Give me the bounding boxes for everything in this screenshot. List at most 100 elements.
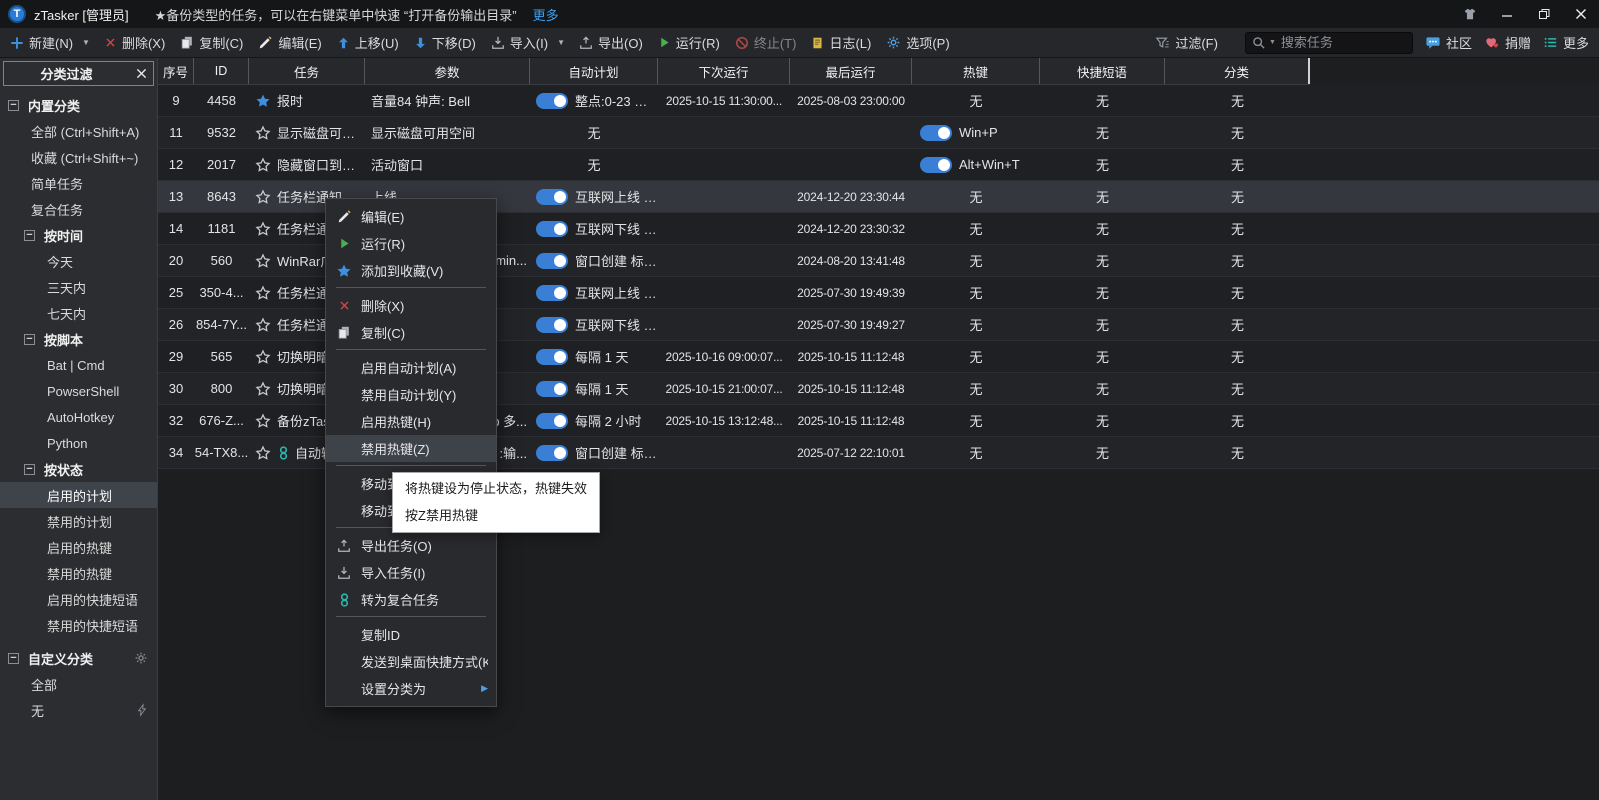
- plan-toggle[interactable]: [536, 317, 568, 333]
- column-header-ID[interactable]: ID: [194, 58, 249, 84]
- collapse-icon[interactable]: −: [8, 100, 19, 111]
- sidebar-item-powershell[interactable]: PowserShell: [0, 378, 157, 404]
- sidebar-item-python[interactable]: Python: [0, 430, 157, 456]
- star-outline-icon[interactable]: [255, 285, 271, 301]
- search-input[interactable]: [1279, 34, 1406, 51]
- restore-button[interactable]: [1525, 0, 1562, 28]
- plan-toggle[interactable]: [536, 381, 568, 397]
- filter-button[interactable]: 过滤(F): [1155, 33, 1218, 52]
- delete-button[interactable]: 删除(X): [104, 33, 165, 52]
- edit-button[interactable]: 编辑(E): [258, 33, 321, 52]
- menu-disable-hotkey[interactable]: 禁用热键(Z): [326, 435, 496, 462]
- column-header-序号[interactable]: 序号: [158, 58, 194, 84]
- column-header-任务[interactable]: 任务: [249, 58, 365, 84]
- menu-disable-plan[interactable]: 禁用自动计划(Y): [326, 381, 496, 408]
- new-button[interactable]: 新建(N): [10, 33, 73, 52]
- star-outline-icon[interactable]: [255, 349, 271, 365]
- plan-toggle[interactable]: [536, 445, 568, 461]
- community-button[interactable]: 社区: [1425, 33, 1472, 52]
- sidebar-item-all-tasks[interactable]: 全部 (Ctrl+Shift+A): [0, 118, 157, 144]
- hotkey-toggle[interactable]: [920, 125, 952, 141]
- collapse-icon[interactable]: −: [8, 653, 19, 664]
- lightning-gray-icon[interactable]: [136, 703, 148, 718]
- column-header-下次运行[interactable]: 下次运行: [658, 58, 790, 84]
- sidebar-item-disabled-hotkeys[interactable]: 禁用的热键: [0, 560, 157, 586]
- star-outline-icon[interactable]: [255, 253, 271, 269]
- plan-toggle[interactable]: [536, 253, 568, 269]
- star-filled-icon[interactable]: [255, 93, 271, 109]
- sidebar-item-within-3-days[interactable]: 三天内: [0, 274, 157, 300]
- table-row[interactable]: 122017隐藏窗口到托盘活动窗口无Alt+Win+T无无: [158, 149, 1599, 181]
- sidebar-item-disabled-plans[interactable]: 禁用的计划: [0, 508, 157, 534]
- menu-import-task[interactable]: 导入任务(I): [326, 559, 496, 586]
- menu-copy[interactable]: 复制(C): [326, 319, 496, 346]
- theme-skin-icon[interactable]: [1451, 0, 1488, 28]
- sidebar-item-favorites[interactable]: 收藏 (Ctrl+Shift+~): [0, 144, 157, 170]
- sidebar-item-by-time[interactable]: −按时间: [0, 222, 157, 248]
- sidebar-item-by-script[interactable]: −按脚本: [0, 326, 157, 352]
- column-header-自动计划[interactable]: 自动计划: [530, 58, 658, 84]
- sidebar-item-disabled-phrases[interactable]: 禁用的快捷短语: [0, 612, 157, 638]
- sidebar-item-custom-categories[interactable]: −自定义分类: [0, 645, 157, 671]
- sidebar-item-composite-tasks[interactable]: 复合任务: [0, 196, 157, 222]
- sidebar-item-custom-all[interactable]: 全部: [0, 671, 157, 697]
- stop-button[interactable]: 终止(T): [735, 33, 797, 52]
- menu-export-task[interactable]: 导出任务(O): [326, 532, 496, 559]
- collapse-icon[interactable]: −: [24, 230, 35, 241]
- menu-edit[interactable]: 编辑(E): [326, 203, 496, 230]
- column-header-分类[interactable]: 分类: [1165, 58, 1310, 84]
- collapse-icon[interactable]: −: [24, 334, 35, 345]
- import-dropdown[interactable]: ▼: [557, 38, 565, 47]
- log-button[interactable]: 日志(L): [811, 33, 871, 52]
- star-outline-icon[interactable]: [255, 445, 271, 461]
- table-row[interactable]: 119532显示磁盘可用空...显示磁盘可用空间无Win+P无无: [158, 117, 1599, 149]
- menu-enable-hotkey[interactable]: 启用热键(H): [326, 408, 496, 435]
- copy-button[interactable]: 复制(C): [180, 33, 243, 52]
- plan-toggle[interactable]: [536, 413, 568, 429]
- new-dropdown[interactable]: ▼: [82, 38, 90, 47]
- star-outline-icon[interactable]: [255, 381, 271, 397]
- star-outline-icon[interactable]: [255, 221, 271, 237]
- sidebar-item-custom-none[interactable]: 无: [0, 697, 157, 723]
- column-header-参数[interactable]: 参数: [365, 58, 530, 84]
- import-button[interactable]: 导入(I): [491, 33, 548, 52]
- column-header-热键[interactable]: 热键: [912, 58, 1040, 84]
- menu-set-category[interactable]: 设置分类为▶: [326, 675, 496, 702]
- menu-to-composite[interactable]: 转为复合任务: [326, 586, 496, 613]
- sidebar-item-within-7-days[interactable]: 七天内: [0, 300, 157, 326]
- minimize-button[interactable]: [1488, 0, 1525, 28]
- table-row[interactable]: 94458报时音量84 钟声: Bell整点:0-23 半点:...2025-1…: [158, 85, 1599, 117]
- sidebar-item-bat-cmd[interactable]: Bat | Cmd: [0, 352, 157, 378]
- plan-toggle[interactable]: [536, 189, 568, 205]
- sidebar-close-icon[interactable]: [129, 68, 153, 79]
- star-outline-icon[interactable]: [255, 189, 271, 205]
- sidebar-item-today[interactable]: 今天: [0, 248, 157, 274]
- menu-enable-plan[interactable]: 启用自动计划(A): [326, 354, 496, 381]
- plan-toggle[interactable]: [536, 221, 568, 237]
- notice-more-link[interactable]: 更多: [533, 5, 559, 24]
- plan-toggle[interactable]: [536, 285, 568, 301]
- more-button[interactable]: 更多: [1543, 33, 1589, 52]
- hotkey-toggle[interactable]: [920, 157, 952, 173]
- sidebar-item-simple-tasks[interactable]: 简单任务: [0, 170, 157, 196]
- plan-toggle[interactable]: [536, 349, 568, 365]
- sidebar-item-autohotkey[interactable]: AutoHotkey: [0, 404, 157, 430]
- move-down-button[interactable]: 下移(D): [414, 33, 476, 52]
- options-button[interactable]: 选项(P): [886, 33, 949, 52]
- close-button[interactable]: [1562, 0, 1599, 28]
- export-button[interactable]: 导出(O): [579, 33, 643, 52]
- menu-delete[interactable]: 删除(X): [326, 292, 496, 319]
- search-scope-caret-icon[interactable]: ▼: [1269, 39, 1276, 46]
- column-header-快捷短语[interactable]: 快捷短语: [1040, 58, 1165, 84]
- search-box[interactable]: ▼: [1245, 32, 1413, 54]
- sidebar-item-enabled-plans[interactable]: 启用的计划: [0, 482, 157, 508]
- sidebar-item-by-status[interactable]: −按状态: [0, 456, 157, 482]
- column-header-最后运行[interactable]: 最后运行: [790, 58, 912, 84]
- star-outline-icon[interactable]: [255, 125, 271, 141]
- move-up-button[interactable]: 上移(U): [337, 33, 399, 52]
- plan-toggle[interactable]: [536, 93, 568, 109]
- gear-gray-icon[interactable]: [134, 651, 148, 665]
- star-outline-icon[interactable]: [255, 157, 271, 173]
- collapse-icon[interactable]: −: [24, 464, 35, 475]
- donate-button[interactable]: 捐赠: [1484, 33, 1531, 52]
